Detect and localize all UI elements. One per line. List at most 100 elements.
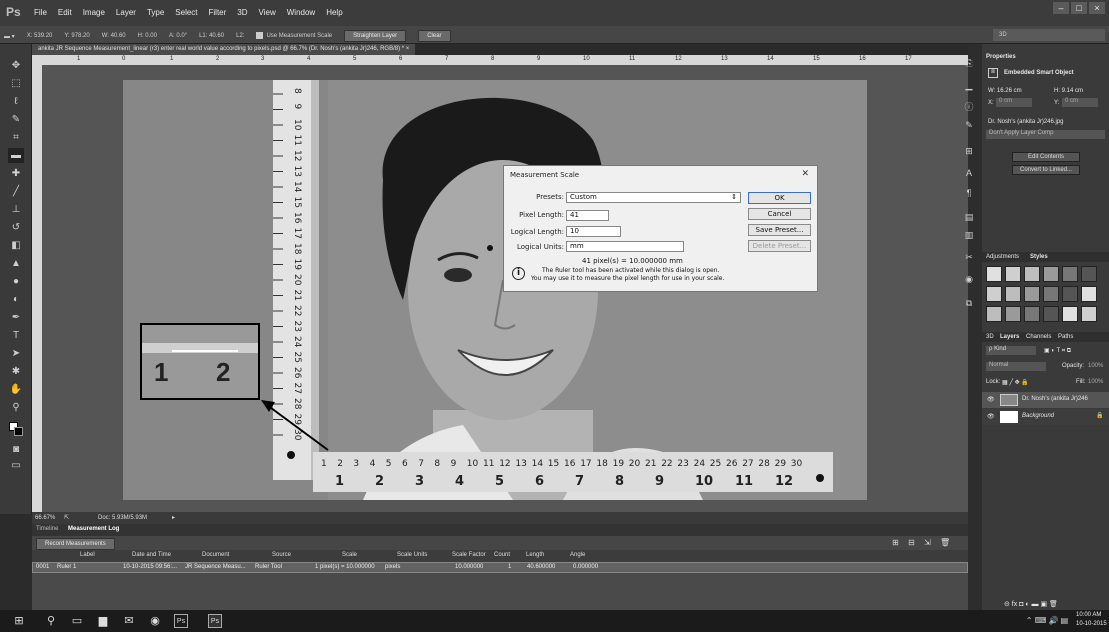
cancel-button[interactable]: Cancel bbox=[748, 208, 811, 220]
menu-image[interactable]: Image bbox=[83, 8, 105, 17]
quick-select-tool-icon[interactable]: ✎ bbox=[8, 112, 24, 127]
menu-type[interactable]: Type bbox=[147, 8, 164, 17]
style-swatch[interactable] bbox=[986, 286, 1002, 302]
layer-comps-icon[interactable]: ▥ bbox=[962, 230, 976, 242]
paragraph-icon[interactable]: ¶ bbox=[962, 188, 976, 200]
ruler-tool-icon[interactable]: ▬ bbox=[8, 148, 24, 163]
deselect-icon[interactable]: ⊟ bbox=[908, 538, 915, 547]
gradient-tool-icon[interactable]: ▲ bbox=[8, 256, 24, 271]
fill-input[interactable]: 100% bbox=[1088, 379, 1103, 385]
marquee-tool-icon[interactable]: ⬚ bbox=[8, 76, 24, 91]
column-header[interactable]: Document bbox=[202, 552, 229, 558]
menu-window[interactable]: Window bbox=[287, 8, 315, 17]
clock-time[interactable]: 10:00 AM bbox=[1076, 612, 1101, 618]
column-header[interactable]: Source bbox=[272, 552, 291, 558]
select-all-icon[interactable]: ⊞ bbox=[892, 538, 899, 547]
menu-layer[interactable]: Layer bbox=[116, 8, 136, 17]
menu-edit[interactable]: Edit bbox=[58, 8, 72, 17]
save-preset-button[interactable]: Save Preset... bbox=[748, 224, 811, 236]
type-tool-icon[interactable]: T bbox=[8, 328, 24, 343]
straighten-layer-button[interactable]: Straighten Layer bbox=[344, 30, 407, 42]
use-measurement-scale-checkbox[interactable]: Use Measurement Scale bbox=[256, 32, 332, 40]
visibility-eye-icon[interactable]: 👁 bbox=[987, 396, 995, 403]
style-swatch[interactable] bbox=[1062, 266, 1078, 282]
column-header[interactable]: Label bbox=[80, 552, 95, 558]
maximize-button[interactable]: □ bbox=[1071, 2, 1087, 14]
column-header[interactable]: Scale bbox=[342, 552, 357, 558]
history-icon[interactable]: ⎘ bbox=[962, 58, 976, 70]
tab-3d[interactable]: 3D bbox=[986, 334, 994, 340]
delete-preset-button[interactable]: Delete Preset... bbox=[748, 240, 811, 252]
layer-name[interactable]: Dr. Nosh's (ankita Jr)246 bbox=[1022, 396, 1088, 402]
style-swatch[interactable] bbox=[1081, 266, 1097, 282]
clock-date[interactable]: 10-10-2015 bbox=[1076, 621, 1107, 627]
search-icon[interactable]: ⚲ bbox=[44, 614, 58, 628]
lasso-tool-icon[interactable]: ℓ bbox=[8, 94, 24, 109]
logical-units-input[interactable]: mm bbox=[566, 241, 684, 252]
browser-icon[interactable]: ◉ bbox=[148, 614, 162, 628]
status-menu-arrow-icon[interactable]: ▸ bbox=[172, 514, 175, 521]
layers-footer-icons[interactable]: ⊝ fx ◘ ◐ ▬ ▣ 🗑 bbox=[1004, 600, 1058, 608]
dialog-close-icon[interactable]: ✕ bbox=[801, 169, 809, 179]
column-header[interactable]: Length bbox=[526, 552, 544, 558]
close-window-button[interactable]: × bbox=[1089, 2, 1105, 14]
tab-paths[interactable]: Paths bbox=[1058, 334, 1073, 340]
clear-button[interactable]: Clear bbox=[418, 30, 451, 42]
menu-filter[interactable]: Filter bbox=[209, 8, 227, 17]
width-value[interactable]: W: 16.26 cm bbox=[988, 88, 1022, 94]
presets-select[interactable]: Custom ⇕ bbox=[566, 192, 741, 203]
path-select-tool-icon[interactable]: ➤ bbox=[8, 346, 24, 361]
table-row[interactable]: 0001 Ruler 1 10-10-2015 09:56:... JR Seq… bbox=[32, 562, 968, 573]
system-tray-icons[interactable]: ⌃ ⌨ 🔊 ▤ bbox=[1022, 614, 1072, 628]
ok-button[interactable]: OK bbox=[748, 192, 811, 204]
move-tool-icon[interactable]: ✥ bbox=[8, 58, 24, 73]
tool-presets-icon[interactable]: ⊞ bbox=[962, 146, 976, 158]
record-measurements-button[interactable]: Record Measurements bbox=[36, 538, 115, 550]
libraries-icon[interactable]: ◉ bbox=[962, 274, 976, 286]
eraser-tool-icon[interactable]: ◧ bbox=[8, 238, 24, 253]
visibility-eye-icon[interactable]: 👁 bbox=[987, 413, 995, 420]
photoshop-active-taskbar-icon[interactable]: Ps bbox=[208, 614, 222, 628]
style-swatch[interactable] bbox=[986, 266, 1002, 282]
layer-row-smart-object[interactable]: 👁 Dr. Nosh's (ankita Jr)246 bbox=[982, 392, 1109, 408]
history-brush-tool-icon[interactable]: ↺ bbox=[8, 220, 24, 235]
style-swatch[interactable] bbox=[1062, 306, 1078, 322]
menu-3d[interactable]: 3D bbox=[237, 8, 247, 17]
screen-mode-icon[interactable]: ▭ bbox=[8, 458, 24, 473]
tab-measurement-log[interactable]: Measurement Log bbox=[68, 526, 119, 532]
logical-length-input[interactable]: 10 bbox=[566, 226, 621, 237]
minimize-button[interactable]: – bbox=[1053, 2, 1069, 14]
style-swatch[interactable] bbox=[1043, 266, 1059, 282]
start-button-icon[interactable]: ⊞ bbox=[12, 614, 26, 628]
brush-tool-icon[interactable]: ╱ bbox=[8, 184, 24, 199]
style-swatch[interactable] bbox=[1081, 286, 1097, 302]
style-swatch[interactable] bbox=[1005, 286, 1021, 302]
photoshop-taskbar-icon[interactable]: Ps bbox=[174, 614, 188, 628]
layer-filter-select[interactable]: ρ Kind bbox=[986, 346, 1036, 355]
notes-icon[interactable]: ▤ bbox=[962, 212, 976, 224]
actions-icon[interactable]: ✂ bbox=[962, 252, 976, 264]
info-panel-icon[interactable]: ⓘ bbox=[962, 100, 976, 112]
close-document-icon[interactable]: × bbox=[406, 46, 410, 52]
brushes-icon[interactable]: ✎ bbox=[962, 120, 976, 132]
menu-file[interactable]: File bbox=[34, 8, 47, 17]
tab-channels[interactable]: Channels bbox=[1026, 334, 1051, 340]
edit-contents-button[interactable]: Edit Contents bbox=[1012, 152, 1080, 162]
opacity-input[interactable]: 100% bbox=[1088, 363, 1103, 369]
layer-filter-icons[interactable]: ▣ ◐ T ⌗ ⧉ bbox=[1044, 347, 1071, 355]
column-header[interactable]: Scale Units bbox=[397, 552, 427, 558]
convert-to-linked-button[interactable]: Convert to Linked... bbox=[1012, 165, 1080, 175]
crop-tool-icon[interactable]: ⌗ bbox=[8, 130, 24, 145]
tool-preset-picker[interactable]: ▬ ▾ bbox=[4, 33, 15, 40]
column-header[interactable]: Date and Time bbox=[132, 552, 171, 558]
background-color-swatch[interactable] bbox=[14, 427, 23, 436]
shape-tool-icon[interactable]: ✱ bbox=[8, 364, 24, 379]
export-icon[interactable]: ⇲ bbox=[924, 538, 931, 547]
style-swatch[interactable] bbox=[1005, 266, 1021, 282]
style-swatch[interactable] bbox=[1024, 286, 1040, 302]
stamp-tool-icon[interactable]: ⊥ bbox=[8, 202, 24, 217]
column-header[interactable]: Count bbox=[494, 552, 510, 558]
share-icon[interactable]: ⇱ bbox=[64, 514, 69, 521]
style-swatch[interactable] bbox=[986, 306, 1002, 322]
style-swatch[interactable] bbox=[1024, 266, 1040, 282]
